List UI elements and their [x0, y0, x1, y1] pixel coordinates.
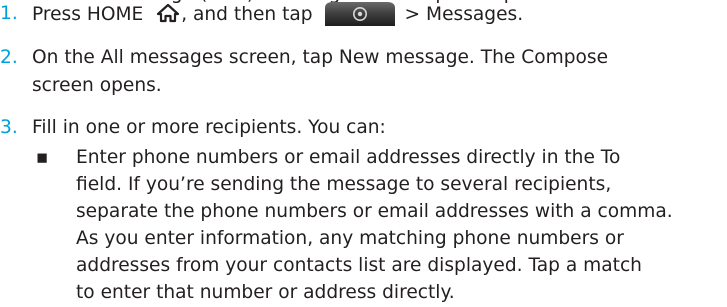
bullet-marker: ▪ [35, 147, 49, 168]
home-icon [157, 3, 180, 23]
bullet-line-4: As you enter information, any matching p… [76, 228, 624, 249]
step-2-line-2: screen opens. [32, 75, 162, 96]
bullet-line-2: field. If you’re sending the message to … [76, 174, 612, 195]
step-number: 2. [0, 47, 18, 68]
bullet-text: Enter phone numbers or email addresses d… [76, 144, 726, 306]
step-1-text-after-home: , and then tap [181, 4, 313, 25]
step-number: 1. [0, 3, 18, 24]
step-1-text-after-apps: > Messages. [404, 4, 524, 25]
step-text: Press HOME , and then tap > Messages. [32, 0, 722, 29]
step-1: 1. Press HOME , and then tap > Messages. [0, 0, 727, 32]
step-3-line-1: Fill in one or more recipients. You can: [32, 117, 386, 138]
step-2: 2. On the All messages screen, tap New m… [0, 44, 727, 104]
step-1-text-before-home: Press HOME [32, 4, 144, 25]
step-text: Fill in one or more recipients. You can: [32, 114, 722, 142]
step-3: 3. Fill in one or more recipients. You c… [0, 114, 727, 144]
bullet-line-1: Enter phone numbers or email addresses d… [76, 147, 621, 168]
all-apps-icon [324, 2, 395, 26]
step-number: 3. [0, 117, 18, 138]
bullet-line-6: to enter that number or address directly… [76, 282, 455, 303]
bullet-line-3: separate the phone numbers or email addr… [76, 201, 673, 222]
step-text: On the All messages screen, tap New mess… [32, 44, 722, 100]
step-2-line-1: On the All messages screen, tap New mess… [32, 47, 609, 68]
bullet-item: ▪ Enter phone numbers or email addresses… [32, 144, 722, 303]
bullet-line-5: addresses from your contacts list are di… [76, 255, 642, 276]
